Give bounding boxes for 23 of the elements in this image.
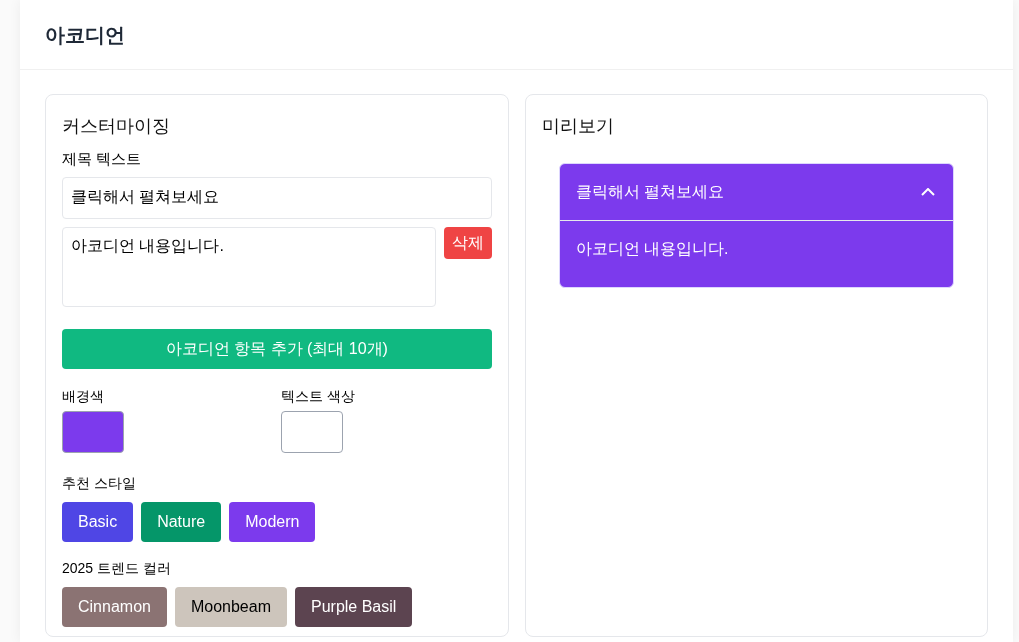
- color-preset-button[interactable]: Moonbeam: [174, 586, 287, 627]
- color-preset-button[interactable]: Cinnamon: [62, 586, 167, 627]
- page-title: 아코디언: [45, 22, 125, 48]
- field-label: 제목 텍스트: [62, 149, 143, 169]
- section-label: 추천 스타일: [62, 473, 137, 493]
- panel-title: 커스터마이징: [62, 115, 171, 138]
- style-button[interactable]: Basic: [62, 501, 134, 542]
- color-swatch[interactable]: [62, 410, 124, 453]
- title-input[interactable]: 클릭해서 펼쳐보세요: [62, 176, 492, 219]
- style-button[interactable]: Modern: [229, 501, 316, 542]
- section-label: 2025 트렌드 컬러: [62, 558, 172, 578]
- style-button[interactable]: Nature: [141, 501, 222, 542]
- content-input[interactable]: 아코디언 내용입니다.: [62, 226, 436, 307]
- accordion-title: 클릭해서 펼쳐보세요: [575, 182, 724, 202]
- field-label: 텍스트 색상: [281, 386, 355, 406]
- accordion-header[interactable]: 클릭해서 펼쳐보세요: [559, 164, 953, 220]
- field-label: 배경색: [62, 386, 105, 406]
- delete-button[interactable]: 삭제: [443, 226, 492, 259]
- panel-title: 미리보기: [541, 115, 615, 138]
- color-swatch[interactable]: [281, 410, 343, 453]
- color-preset-button[interactable]: Purple Basil: [295, 586, 413, 627]
- chevron-up-icon: [921, 188, 935, 196]
- accordion-content: 아코디언 내용입니다.: [559, 220, 953, 287]
